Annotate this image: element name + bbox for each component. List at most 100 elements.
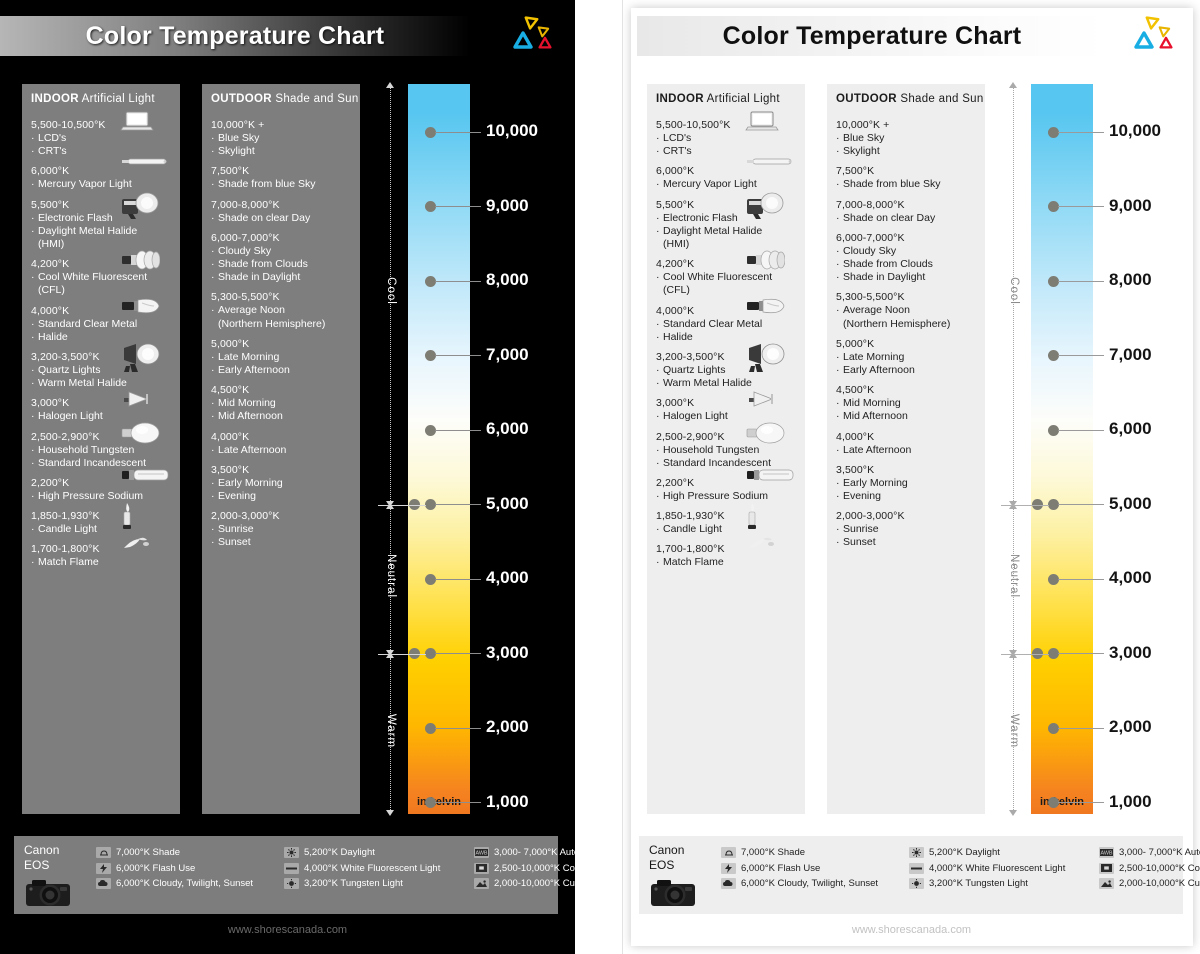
wb-setting-row: 6,000°K Cloudy, Twilight, Sunset — [721, 878, 909, 889]
column-header: OUTDOOR Shade and Sun — [836, 93, 984, 105]
kelvin-value: 5,000°K — [211, 337, 250, 350]
incandescent-bulb-icon — [745, 422, 797, 448]
zone-label: Cool — [385, 277, 397, 306]
wb-cloudy-icon — [96, 878, 111, 889]
temperature-entry: 6,000°KMercury Vapor Light — [656, 159, 796, 192]
candle-icon — [745, 501, 797, 530]
kelvin-value: 2,000-3,000°K — [211, 510, 280, 523]
light-source-item: Early Morning — [836, 477, 976, 490]
wb-shade-icon — [721, 847, 736, 858]
temperature-entry: 5,000°KLate MorningEarly Afternoon — [836, 338, 976, 378]
light-source-item: Daylight Metal Halide — [656, 225, 796, 238]
zone-label: Neutral — [1008, 553, 1020, 599]
canon-eos-footer: Canon EOS 7,000°K Shade 6,000°K Flash Use… — [14, 836, 575, 914]
shores-canada-logo — [505, 9, 557, 59]
wb-custom-icon — [474, 878, 489, 889]
wb-auto-icon: AWB — [1099, 847, 1114, 858]
temperature-entry: 5,500°KElectronic FlashDaylight Metal Ha… — [656, 192, 796, 252]
kelvin-value: 7,000-8,000°K — [211, 198, 280, 211]
kelvin-value: 4,000°K — [836, 430, 875, 443]
light-source-item: Early Afternoon — [211, 364, 351, 377]
light-source-item: Mid Afternoon — [836, 410, 976, 423]
kelvin-value: 3,500°K — [211, 463, 250, 476]
tick-leader-line — [435, 504, 481, 505]
tick-leader-line — [1058, 429, 1104, 431]
wb-setting-row: 6,000°K Flash Use — [721, 862, 909, 874]
tick-leader-line — [435, 802, 481, 803]
tick-leader-line — [1058, 131, 1104, 133]
temperature-entry: 4,000°KStandard Clear MetalHalide — [656, 298, 796, 344]
light-source-item: Skylight — [836, 145, 976, 158]
tick-leader-line — [1058, 653, 1104, 654]
quartz-lamp-icon — [120, 342, 172, 373]
halogen-bulb-icon — [745, 388, 797, 414]
wb-setting-label: 2,000-10,000°K Custom Setting — [494, 878, 575, 889]
temperature-entry: 4,500°KMid MorningMid Afternoon — [211, 384, 351, 424]
light-source-item: Early Morning — [211, 477, 351, 490]
kelvin-value: 6,000-7,000°K — [836, 231, 905, 244]
cfl-bulb-icon — [120, 249, 172, 275]
zone-arrow-up — [386, 502, 394, 509]
outdoor-column-light: OUTDOOR Shade and Sun10,000°K +Blue SkyS… — [827, 84, 985, 814]
wb-setting-row: 5,200°K Daylight — [909, 847, 1099, 858]
temperature-entry: 1,850-1,930°KCandle Light — [656, 503, 796, 537]
laptop-screen-icon — [120, 110, 172, 136]
canon-brand-light: Canon EOS — [649, 843, 684, 873]
light-source-item: Average Noon — [211, 304, 351, 317]
website-url[interactable]: www.shorescanada.com — [0, 924, 575, 936]
wb-setting-row: AWB 3,000- 7,000°K Auto Setting — [474, 847, 575, 858]
tick-label: 6,000 — [486, 419, 529, 438]
tick-label: 6,000 — [1109, 419, 1152, 438]
brand-line-1-light: Canon — [649, 843, 685, 857]
temperature-entry: 7,000-8,000°KShade on clear Day — [836, 199, 976, 225]
zone-arrow-down — [386, 810, 394, 816]
flash-head-icon — [120, 190, 172, 219]
wb-setting-row: 6,000°K Cloudy, Twilight, Sunset — [96, 878, 284, 889]
light-source-item: Evening — [211, 490, 351, 503]
light-source-item: Average Noon — [836, 304, 976, 317]
kelvin-value: 6,000-7,000°K — [211, 231, 280, 244]
wb-settings-column: 5,200°K Daylight 4,000°K White Fluorescen… — [909, 847, 1099, 889]
wb-daylight-icon — [284, 847, 299, 858]
kelvin-value: 10,000°K + — [836, 119, 890, 131]
match-flame-icon — [745, 534, 797, 560]
light-source-item: Daylight Metal Halide — [31, 225, 171, 238]
kelvin-value: 3,500°K — [836, 463, 875, 476]
light-source-item: Late Afternoon — [211, 444, 351, 457]
wb-setting-row: 2,500-10,000°K Color Temperature — [1099, 862, 1200, 874]
light-source-item: Mid Afternoon — [211, 410, 351, 423]
title-bar-dark: Color Temperature Chart — [0, 16, 470, 56]
title-bar-light: Color Temperature Chart — [637, 16, 1107, 56]
temperature-entry: 5,000°KLate MorningEarly Afternoon — [211, 337, 351, 378]
kelvin-value: 4,000°K — [211, 430, 250, 443]
wb-setting-row: 7,000°K Shade — [721, 847, 909, 858]
white-balance-settings-light: 7,000°K Shade 6,000°K Flash Use 6,000°K Cl… — [721, 847, 1200, 889]
temperature-entry: 4,000°KLate Afternoon — [836, 431, 976, 457]
tick-label: 9,000 — [1109, 195, 1152, 215]
page-title-light: Color Temperature Chart — [722, 21, 1022, 50]
camera-icon-light — [647, 876, 701, 915]
quartz-lamp-icon — [745, 342, 797, 373]
light-source-item: Evening — [836, 490, 976, 503]
temperature-entry: 2,000-3,000°KSunriseSunset — [211, 510, 351, 550]
indoor-column: INDOOR Artificial Light 5,500-10,500°KLCD… — [22, 84, 180, 814]
zone-arrow-down — [1009, 810, 1017, 816]
clear-metal-halide-icon — [120, 296, 172, 322]
tick-label: 2,000 — [1109, 717, 1152, 736]
zone-arrow-up — [1009, 82, 1017, 88]
column-header: OUTDOOR Shade and Sun — [211, 93, 359, 105]
temperature-entry: 7,000-8,000°KShade on clear Day — [211, 199, 351, 225]
match-flame-icon — [120, 534, 172, 560]
kelvin-scale-dark: in kelvin 10,000 9,000 8,000 7,000 6,000 5,000… — [378, 82, 568, 816]
temperature-entry: 3,200-3,500°KQuartz LightsWarm Metal Hal… — [31, 343, 171, 391]
outdoor-column: OUTDOOR Shade and Sun10,000°K +Blue SkyS… — [202, 84, 360, 814]
wb-settings-column: 7,000°K Shade 6,000°K Flash Use 6,000°K Cl… — [96, 847, 284, 889]
candle-icon — [120, 501, 172, 530]
tick-leader-line — [435, 206, 481, 207]
website-url-light[interactable]: www.shorescanada.com — [623, 924, 1200, 936]
temperature-entry: 7,500°KShade from blue Sky — [211, 165, 351, 191]
tick-leader-line — [1058, 802, 1104, 803]
zone-boundary-line — [378, 504, 426, 506]
kelvin-scale-light: in kelvin 10,000 9,000 8,000 7,000 6,000 5,000… — [1001, 82, 1191, 816]
wb-setting-row: 2,000-10,000°K Custom Setting — [474, 878, 575, 889]
